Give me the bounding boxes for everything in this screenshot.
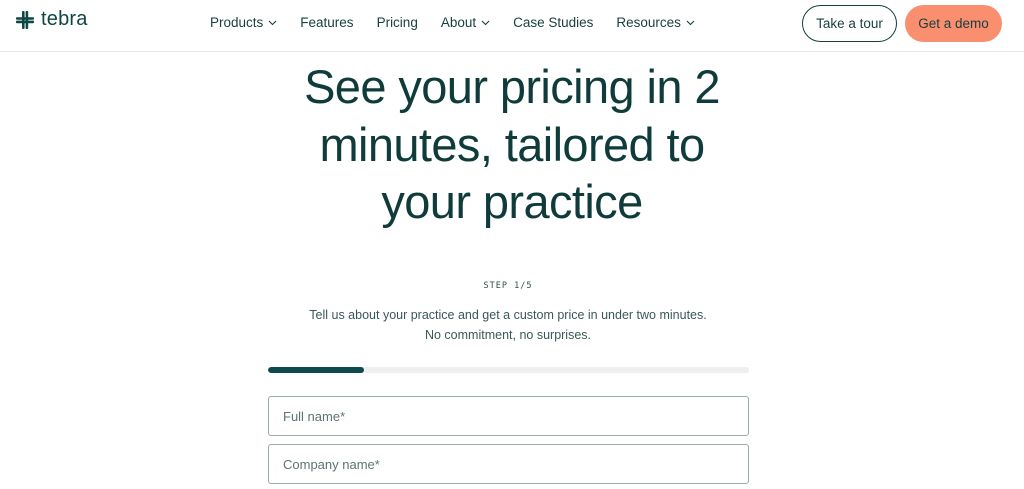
progress-fill — [268, 367, 365, 373]
form-intro: Tell us about your practice and get a cu… — [0, 305, 1016, 345]
chevron-down-icon — [481, 20, 490, 25]
nav-item-case-studies[interactable]: Case Studies — [513, 15, 593, 30]
chevron-down-icon — [686, 20, 695, 25]
nav-label: Pricing — [376, 15, 418, 30]
nav-item-resources[interactable]: Resources — [616, 15, 695, 30]
nav-label: Features — [300, 15, 354, 30]
take-a-tour-button[interactable]: Take a tour — [802, 5, 897, 42]
top-navbar: tebra Products Features Pricing About Ca… — [0, 0, 1024, 52]
intro-line: No commitment, no surprises. — [424, 328, 592, 342]
nav-item-about[interactable]: About — [441, 15, 490, 30]
logo-wordmark: tebra — [41, 8, 88, 30]
nav-item-features[interactable]: Features — [300, 15, 353, 30]
title-line: See your pricing in 2 — [304, 60, 720, 113]
nav-item-products[interactable]: Products — [210, 15, 277, 30]
tebra-logo-icon — [16, 10, 34, 29]
step-progress-bar — [268, 367, 749, 373]
full-name-input[interactable] — [268, 396, 749, 436]
intro-line: Tell us about your practice and get a cu… — [309, 308, 707, 322]
nav-label: Case Studies — [513, 15, 594, 30]
nav-label: Resources — [616, 15, 681, 30]
page-title: See your pricing in 2 minutes, tailored … — [262, 58, 762, 231]
nav-item-pricing[interactable]: Pricing — [377, 15, 418, 30]
title-line: your practice — [381, 175, 643, 228]
company-name-input[interactable] — [268, 444, 749, 484]
step-indicator: STEP 1/5 — [483, 281, 533, 291]
get-a-demo-button[interactable]: Get a demo — [905, 5, 1002, 42]
nav-label: Products — [210, 15, 264, 30]
nav-label: About — [440, 15, 477, 30]
title-line: minutes, tailored to — [319, 117, 705, 171]
chevron-down-icon — [268, 20, 277, 25]
main-nav: Products Features Pricing About Case Stu… — [210, 15, 718, 30]
tebra-logo[interactable]: tebra — [14, 8, 88, 31]
